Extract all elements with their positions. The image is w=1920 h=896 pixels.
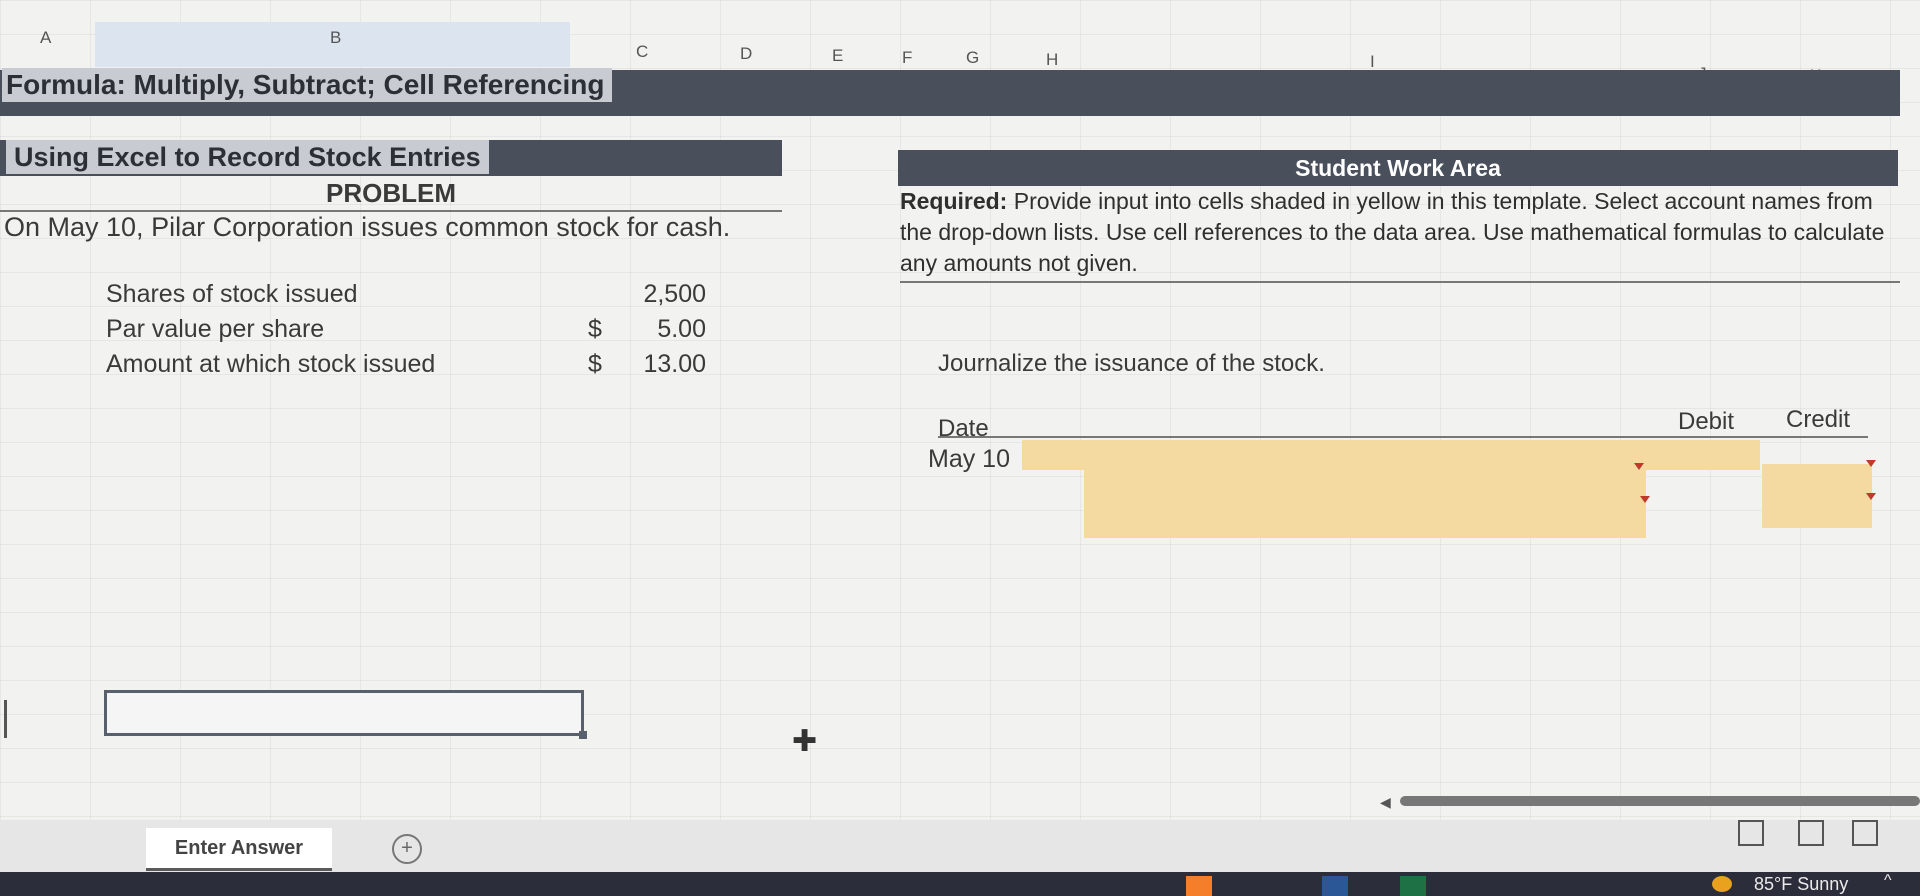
weather-status[interactable]: 85°F Sunny — [1754, 874, 1848, 895]
fill-handle[interactable] — [579, 731, 587, 739]
column-header-f[interactable]: F — [902, 48, 912, 68]
entry-date[interactable]: May 10 — [928, 445, 1010, 474]
page-break-view-icon[interactable] — [1852, 820, 1878, 846]
data-value-par-value[interactable]: 5.00 — [566, 315, 706, 344]
row-edge-marker — [4, 700, 7, 738]
credit-account-input[interactable] — [1084, 470, 1646, 538]
required-text: Provide input into cells shaded in yello… — [900, 188, 1885, 276]
chevron-up-icon[interactable]: ^ — [1884, 872, 1892, 890]
scroll-left-arrow-icon[interactable]: ◀ — [1380, 794, 1391, 811]
student-work-area-header[interactable]: Student Work Area — [898, 150, 1898, 186]
required-label: Required: — [900, 188, 1008, 214]
column-header-c[interactable]: C — [636, 42, 648, 62]
page-layout-view-icon[interactable] — [1798, 820, 1824, 846]
windows-taskbar — [0, 872, 1920, 896]
data-label-par-value[interactable]: Par value per share — [106, 315, 324, 344]
column-headers: A B C D E F G H I J K L — [0, 22, 1920, 87]
column-header-h[interactable]: H — [1046, 50, 1058, 70]
horizontal-scrollbar[interactable] — [1400, 796, 1920, 806]
add-sheet-button[interactable]: + — [392, 834, 422, 864]
column-header-g[interactable]: G — [966, 48, 979, 68]
sheet-tab-enter-answer[interactable]: Enter Answer — [146, 828, 332, 871]
column-header-i[interactable]: I — [1370, 52, 1375, 72]
data-label-shares[interactable]: Shares of stock issued — [106, 280, 358, 309]
debit-amount-input[interactable] — [1646, 440, 1760, 464]
selected-cell-box[interactable] — [104, 690, 587, 739]
date-column-header[interactable]: Date — [938, 415, 989, 443]
taskbar-app-icon[interactable] — [1186, 876, 1212, 896]
header-underline — [938, 436, 1868, 438]
dropdown-marker-icon[interactable] — [1866, 493, 1876, 500]
page-title[interactable]: Formula: Multiply, Subtract; Cell Refere… — [2, 68, 613, 102]
excel-app-icon[interactable] — [1400, 876, 1426, 896]
debit-column-header[interactable]: Debit — [1678, 408, 1734, 436]
data-value-issue-amount[interactable]: 13.00 — [566, 350, 706, 379]
required-instructions[interactable]: Required: Provide input into cells shade… — [900, 186, 1900, 283]
left-section-title[interactable]: Using Excel to Record Stock Entries — [6, 140, 489, 174]
weather-sun-icon — [1712, 876, 1732, 892]
data-label-issue-amount[interactable]: Amount at which stock issued — [106, 350, 435, 379]
data-value-shares[interactable]: 2,500 — [566, 280, 706, 309]
problem-heading[interactable]: PROBLEM — [0, 176, 782, 212]
column-header-b[interactable]: B — [330, 28, 341, 48]
journal-instruction[interactable]: Journalize the issuance of the stock. — [938, 350, 1325, 378]
column-header-a[interactable]: A — [40, 28, 51, 48]
dropdown-marker-icon[interactable] — [1640, 496, 1650, 503]
word-app-icon[interactable] — [1322, 876, 1348, 896]
dropdown-marker-icon[interactable] — [1866, 460, 1876, 467]
credit-column-header[interactable]: Credit — [1786, 406, 1850, 434]
column-header-d[interactable]: D — [740, 44, 752, 64]
normal-view-icon[interactable] — [1738, 820, 1764, 846]
dropdown-marker-icon[interactable] — [1634, 463, 1644, 470]
cell-cursor-icon: ✚ — [792, 725, 818, 758]
credit-amount-input[interactable] — [1762, 464, 1872, 528]
problem-text[interactable]: On May 10, Pilar Corporation issues comm… — [4, 212, 730, 243]
column-header-e[interactable]: E — [832, 46, 843, 66]
